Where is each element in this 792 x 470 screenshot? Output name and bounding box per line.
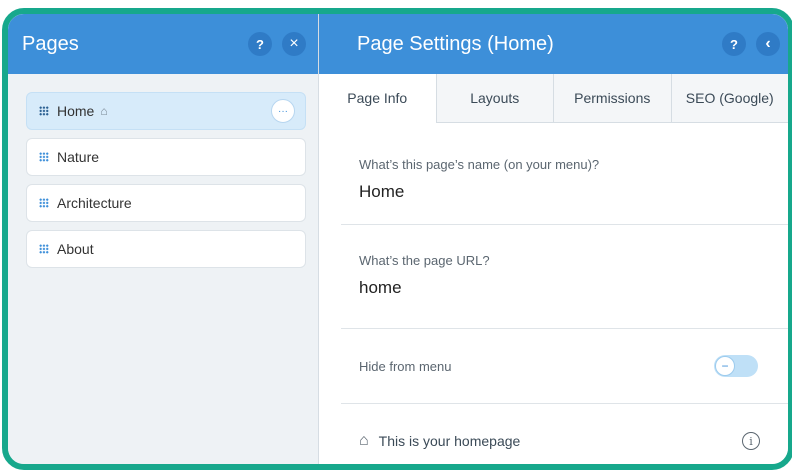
hide-menu-section: Hide from menu − [341, 329, 788, 404]
page-url-label: What’s the page URL? [359, 253, 490, 268]
page-item-label: Nature [57, 149, 100, 165]
page-item-label: About [57, 241, 94, 257]
drag-handle-icon[interactable] [39, 244, 49, 254]
drag-handle-icon[interactable] [39, 152, 49, 162]
page-name-field[interactable]: Home [359, 182, 788, 202]
tab-seo[interactable]: SEO (Google) [670, 74, 789, 122]
help-button[interactable]: ? [248, 32, 272, 56]
page-item-nature[interactable]: Nature [26, 138, 306, 176]
homepage-label: This is your homepage [378, 433, 521, 449]
pages-title: Pages [22, 32, 79, 55]
page-item-architecture[interactable]: Architecture [26, 184, 306, 222]
toggle-off-icon: − [715, 356, 735, 376]
page-item-about[interactable]: About [26, 230, 306, 268]
page-url-section: What’s the page URL? home [341, 225, 788, 329]
page-item-label: Home [57, 103, 95, 119]
more-options-button[interactable]: ··· [271, 99, 295, 123]
tab-page-info[interactable]: Page Info [319, 74, 436, 123]
back-button[interactable]: ‹ [756, 32, 780, 56]
pages-list: Home ⌂ ··· Nature Architecture About [8, 74, 318, 268]
tab-layouts[interactable]: Layouts [435, 74, 554, 122]
settings-title: Page Settings (Home) [357, 32, 554, 55]
page-name-section: What’s this page’s name (on your menu)? … [341, 123, 788, 225]
home-icon: ⌂ [359, 432, 369, 449]
settings-header: Page Settings (Home) ? ‹ [319, 14, 788, 74]
homepage-section: ⌂ This is your homepage i [341, 404, 788, 464]
home-icon: ⌂ [100, 104, 108, 118]
close-button[interactable]: × [282, 32, 306, 56]
tab-permissions[interactable]: Permissions [553, 74, 671, 122]
page-name-label: What’s this page’s name (on your menu)? [359, 157, 600, 172]
drag-handle-icon[interactable] [39, 198, 49, 208]
pages-header: Pages ? × [8, 14, 318, 74]
help-button[interactable]: ? [722, 32, 746, 56]
drag-handle-icon[interactable] [39, 106, 49, 116]
hide-menu-toggle[interactable]: − [714, 355, 758, 377]
hide-menu-label: Hide from menu [359, 358, 452, 374]
page-url-field[interactable]: home [359, 278, 788, 298]
page-settings-panel: Page Settings (Home) ? ‹ Page Info Layou… [319, 14, 788, 464]
page-item-label: Architecture [57, 195, 132, 211]
app-frame: Pages ? × Home ⌂ ··· Nature Architecture… [2, 8, 792, 470]
pages-panel: Pages ? × Home ⌂ ··· Nature Architecture… [8, 14, 319, 464]
page-item-home[interactable]: Home ⌂ ··· [26, 92, 306, 130]
settings-tabs: Page Info Layouts Permissions SEO (Googl… [319, 74, 788, 123]
info-icon[interactable]: i [742, 432, 760, 450]
